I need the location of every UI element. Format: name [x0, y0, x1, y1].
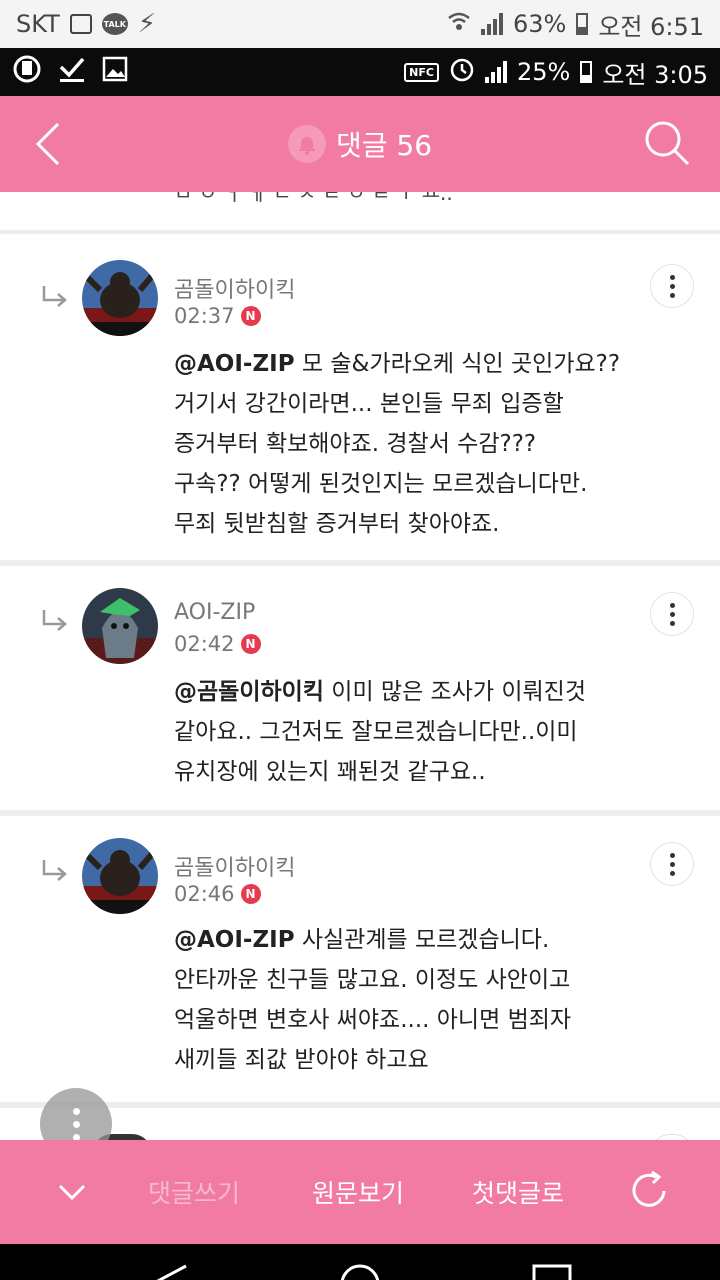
- reply-arrow-icon: [42, 286, 67, 307]
- battery-percent: 63%: [512, 10, 567, 38]
- more-options-button[interactable]: [650, 842, 694, 886]
- chevron-left-icon: [35, 122, 60, 166]
- comment-mention[interactable]: @AOI-ZIP: [174, 927, 295, 953]
- home-icon[interactable]: [336, 1260, 384, 1280]
- previous-comment-clipped: ㅁ ㅇ ㅓ ㅔ ㄴ ㅈ ㅌ ㅇ ㄹ ㅜ ㅛ..: [0, 192, 720, 230]
- comment-author[interactable]: AOI-ZIP: [174, 600, 255, 625]
- app-u-icon: [12, 55, 42, 89]
- app-header: 댓글 56: [0, 96, 720, 192]
- back-triangle-icon[interactable]: [150, 1262, 190, 1280]
- comment-item[interactable]: 곰돌이하이킥 02:37 N @AOI-ZIP 모 술&가라오케 식인 곳인가요…: [0, 234, 720, 560]
- more-options-button[interactable]: [650, 264, 694, 308]
- inner-signal-icon: [484, 61, 507, 83]
- comment-author[interactable]: 곰돌이하이킥: [174, 850, 295, 882]
- comment-body: @곰돌이하이킥 이미 많은 조사가 이뤄진것 같아요.. 그건저도 잘모르겠습니…: [174, 672, 674, 792]
- view-original-button[interactable]: 원문보기: [312, 1174, 404, 1210]
- screenshot-status-bar: NFC 25% 오전 3:05: [0, 48, 720, 96]
- comment-mention[interactable]: @곰돌이하이킥: [174, 679, 324, 705]
- comment-text: 모 술&가라오케 식인 곳인가요?? 거기서 강간이라면... 본인들 무죄 입…: [174, 351, 621, 537]
- write-comment-button[interactable]: 댓글쓰기: [148, 1174, 240, 1210]
- comment-time: 02:37: [174, 304, 235, 328]
- back-button[interactable]: [30, 120, 70, 168]
- reply-arrow-icon: [42, 610, 67, 631]
- recent-apps-icon[interactable]: [530, 1262, 574, 1280]
- signal-icon: [480, 13, 503, 35]
- avatar[interactable]: [82, 588, 158, 664]
- first-comment-button[interactable]: 첫댓글로: [472, 1174, 564, 1210]
- more-options-button[interactable]: [650, 592, 694, 636]
- comment-time: 02:42: [174, 632, 235, 656]
- comment-item[interactable]: AOI-ZIP 02:42 N @곰돌이하이킥 이미 많은 조사가 이뤄진것 같…: [0, 566, 720, 810]
- comment-meta: 02:37 N: [174, 304, 261, 328]
- kakaotalk-notification-icon: TALK: [101, 13, 128, 35]
- image-notification-icon: [102, 56, 128, 88]
- inner-clock: 오전 3:05: [602, 60, 708, 89]
- device-status-bar: SKT TALK ⚡ 63% 오전 6:51: [0, 0, 720, 48]
- reply-arrow-icon: [42, 860, 67, 881]
- new-badge: N: [240, 306, 261, 326]
- battery-icon: [576, 13, 589, 35]
- clock: 오전 6:51: [598, 12, 704, 41]
- gallery-notification-icon: [69, 14, 92, 34]
- comment-meta: 02:42 N: [174, 632, 261, 656]
- comment-author[interactable]: 곰돌이하이킥: [174, 272, 295, 304]
- inner-battery-percent: 25%: [516, 58, 571, 86]
- refresh-icon[interactable]: [626, 1168, 672, 1214]
- comment-mention[interactable]: @AOI-ZIP: [174, 351, 295, 377]
- comment-count-title: 댓글 56: [335, 129, 433, 162]
- avatar[interactable]: [82, 838, 158, 914]
- header-title: 댓글 56: [287, 124, 433, 164]
- alarm-icon: [449, 56, 475, 88]
- comment-body: @AOI-ZIP 모 술&가라오케 식인 곳인가요?? 거기서 강간이라면...…: [174, 344, 674, 544]
- comment-body: @AOI-ZIP 사실관계를 모르겠습니다. 안타까운 친구들 많고요. 이정도…: [174, 920, 674, 1080]
- bell-icon[interactable]: [287, 125, 326, 163]
- carrier-label: SKT: [16, 10, 60, 38]
- new-badge: N: [240, 634, 261, 654]
- chevron-down-icon[interactable]: [56, 1180, 88, 1204]
- comment-time: 02:46: [174, 882, 235, 906]
- new-badge: N: [240, 884, 261, 904]
- avatar[interactable]: [82, 260, 158, 336]
- app-notification-icon: ⚡: [137, 9, 157, 39]
- system-navigation-bar: [0, 1244, 720, 1280]
- search-button[interactable]: [642, 118, 692, 168]
- bottom-action-bar: 댓글쓰기 원문보기 첫댓글로: [0, 1140, 720, 1244]
- comment-list[interactable]: ㅁ ㅇ ㅓ ㅔ ㄴ ㅈ ㅌ ㅇ ㄹ ㅜ ㅛ.. 곰돌이하이킥 02:37 N @…: [0, 192, 720, 1140]
- nfc-icon: NFC: [404, 62, 439, 82]
- download-complete-icon: [58, 55, 86, 89]
- comment-item[interactable]: 곰돌이하이킥 02:46 N @AOI-ZIP 사실관계를 모르겠습니다. 안타…: [0, 816, 720, 1102]
- comment-meta: 02:46 N: [174, 882, 261, 906]
- search-icon: [645, 121, 690, 166]
- wifi-icon: [447, 10, 471, 38]
- inner-battery-icon: [580, 61, 593, 83]
